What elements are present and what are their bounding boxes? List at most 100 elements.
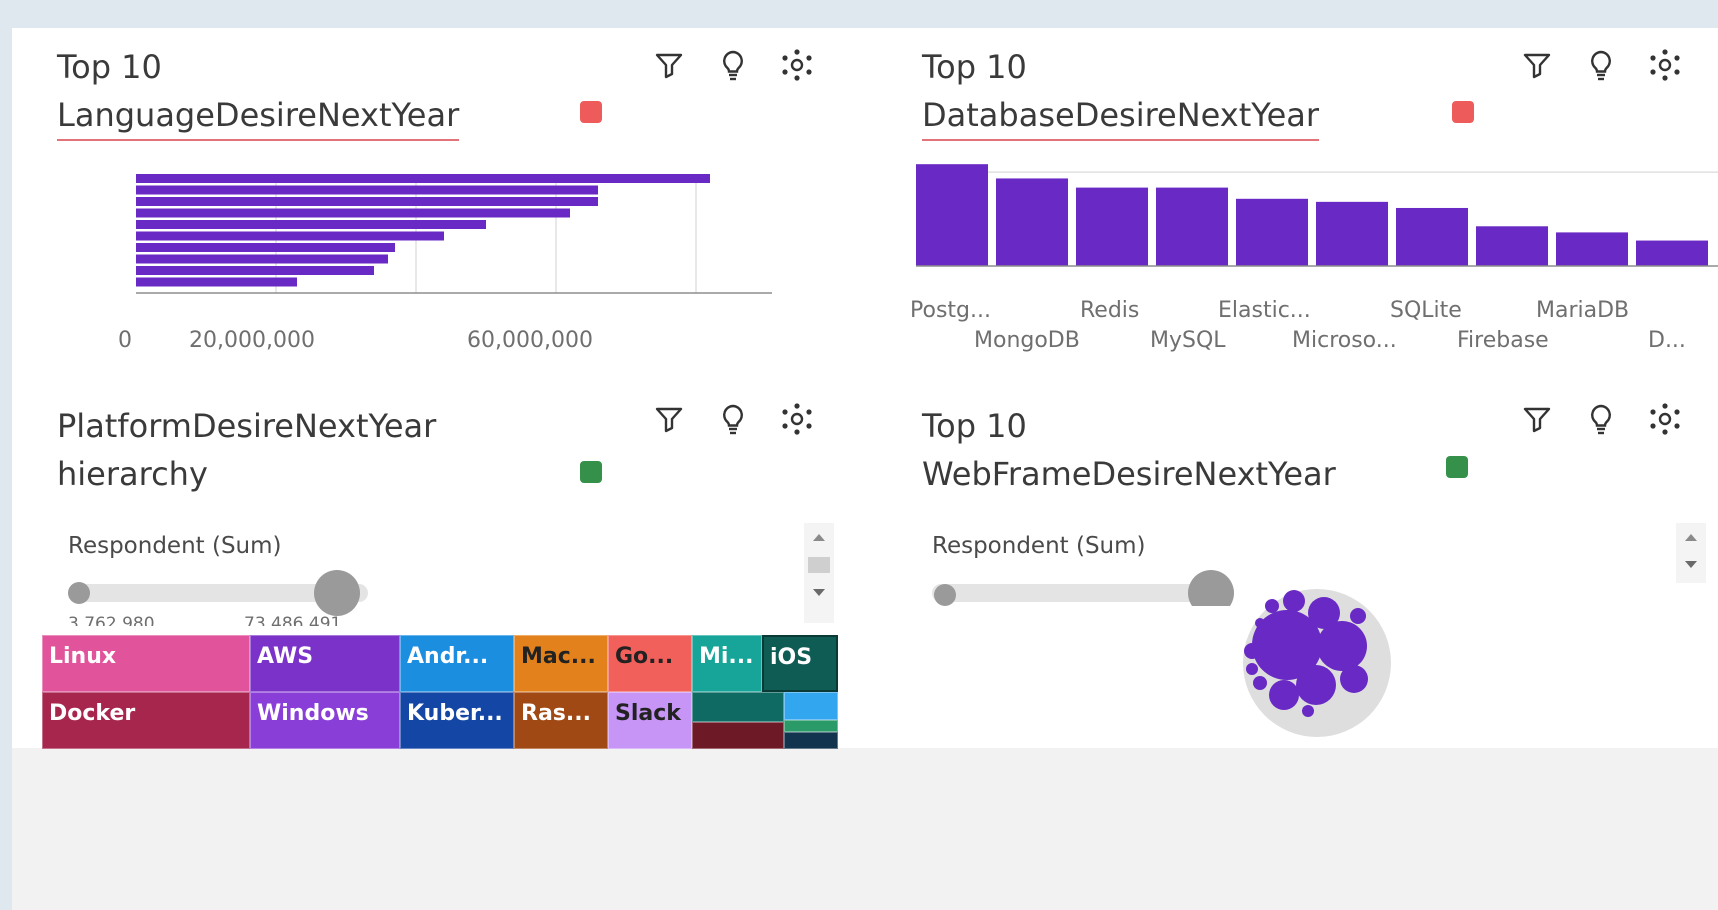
tile-title-top: Top 10 <box>922 407 1027 445</box>
filter-icon[interactable] <box>1520 402 1554 436</box>
bar <box>136 266 374 275</box>
bar <box>136 208 570 218</box>
filter-icon[interactable] <box>652 402 686 436</box>
range-slider-min-handle[interactable] <box>68 582 90 604</box>
x-tick-label: 20,000,000 <box>189 328 315 353</box>
network-icon[interactable] <box>1648 48 1682 82</box>
tile-title-sub: hierarchy <box>57 455 208 493</box>
treemap-cell[interactable]: Slack <box>608 692 692 749</box>
bar <box>1476 226 1548 266</box>
lightbulb-icon[interactable] <box>716 48 750 82</box>
treemap-cell[interactable] <box>784 732 838 749</box>
network-icon[interactable] <box>780 402 814 436</box>
bar <box>136 254 388 264</box>
range-slider-track[interactable] <box>932 584 1212 602</box>
tile-title-field: DatabaseDesireNextYear <box>922 91 1320 141</box>
bubble <box>1283 590 1305 612</box>
treemap-cell[interactable]: Go... <box>608 635 692 692</box>
tile-webframe-desire[interactable]: Top 10 WebFrameDesireNextYear Respondent… <box>872 388 1718 748</box>
bubble <box>1302 705 1314 717</box>
network-icon[interactable] <box>780 48 814 82</box>
x-category-label: MariaDB <box>1536 298 1630 323</box>
bar <box>136 174 710 183</box>
bar <box>136 220 486 229</box>
treemap-cell[interactable]: Mi... <box>692 635 762 692</box>
x-category-label: Firebase <box>1457 328 1549 353</box>
bar <box>1076 187 1148 266</box>
scroll-thumb[interactable] <box>808 557 830 573</box>
treemap-cell[interactable]: Windows <box>250 692 400 749</box>
scroll-up-arrow[interactable] <box>1676 523 1706 551</box>
bar <box>136 197 598 206</box>
bubble <box>1340 665 1368 693</box>
bar <box>916 164 988 266</box>
language-bar-chart[interactable] <box>112 148 772 348</box>
treemap-cell[interactable] <box>692 722 784 749</box>
bar <box>1396 207 1468 266</box>
x-category-label: Redis <box>1080 298 1140 323</box>
bar <box>1316 201 1388 266</box>
treemap-cell[interactable]: Mac... <box>514 635 608 692</box>
bubble <box>1253 676 1267 690</box>
bar <box>996 178 1068 266</box>
x-category-label: MySQL <box>1150 328 1226 353</box>
tile-title-top: Top 10 <box>922 48 1027 86</box>
dashboard-canvas: Top 10 LanguageDesireNextYear 0 20,000,0… <box>12 28 1718 910</box>
tile-language-desire[interactable]: Top 10 LanguageDesireNextYear 0 20,000,0… <box>12 28 852 388</box>
x-category-label: Elastic... <box>1218 298 1311 323</box>
status-indicator-green <box>580 461 602 483</box>
slider-max-value: 73,486,491 <box>244 614 342 626</box>
filter-icon[interactable] <box>652 48 686 82</box>
bubble <box>1350 608 1366 624</box>
tile-title-top: Top 10 <box>57 48 162 86</box>
bar <box>136 277 297 287</box>
bar <box>136 243 395 252</box>
lightbulb-icon[interactable] <box>716 402 750 436</box>
bar <box>1556 232 1628 266</box>
treemap-cell[interactable] <box>784 692 838 720</box>
bar <box>136 231 444 241</box>
tile-title-field: WebFrameDesireNextYear <box>922 455 1336 493</box>
scrollbar[interactable] <box>1676 523 1706 583</box>
x-category-label: MongoDB <box>974 328 1080 353</box>
treemap-cell[interactable]: Kuber... <box>400 692 514 749</box>
slider-caption: Respondent (Sum) <box>68 533 282 559</box>
bar <box>1236 198 1308 266</box>
scroll-down-arrow[interactable] <box>804 579 834 607</box>
treemap-cell[interactable]: AWS <box>250 635 400 692</box>
x-tick-label: 60,000,000 <box>467 328 593 353</box>
range-slider-max-handle[interactable] <box>314 570 360 616</box>
treemap-cell[interactable]: Docker <box>42 692 250 749</box>
treemap-cell[interactable]: iOS <box>762 635 838 692</box>
scroll-down-arrow[interactable] <box>1676 551 1706 579</box>
x-category-label: D... <box>1648 328 1686 353</box>
status-indicator-red <box>1452 101 1474 123</box>
network-icon[interactable] <box>1648 402 1682 436</box>
lightbulb-icon[interactable] <box>1584 48 1618 82</box>
treemap-cell[interactable]: Andr... <box>400 635 514 692</box>
tile-database-desire[interactable]: Top 10 DatabaseDesireNextYear Postg... R… <box>872 28 1718 388</box>
bubble <box>1255 618 1265 628</box>
scrollbar[interactable] <box>804 523 834 623</box>
bubble <box>1244 643 1260 659</box>
treemap-cell[interactable] <box>692 692 784 722</box>
bubble <box>1265 599 1279 613</box>
scroll-up-arrow[interactable] <box>804 523 834 551</box>
x-category-label: Microso... <box>1292 328 1397 353</box>
range-slider-min-handle[interactable] <box>934 584 956 606</box>
slider-min-value: 3,762,980 <box>68 614 155 626</box>
bubble <box>1296 665 1336 705</box>
tile-platform-desire[interactable]: PlatformDesireNextYear hierarchy Respond… <box>12 388 852 749</box>
platform-treemap[interactable]: Linux Docker AWS Windows Andr... Kuber..… <box>42 635 838 749</box>
x-category-label: SQLite <box>1390 298 1462 323</box>
webframe-bubble-chart[interactable] <box>1212 583 1422 743</box>
bubble <box>1308 597 1340 629</box>
filter-icon[interactable] <box>1520 48 1554 82</box>
treemap-cell[interactable]: Linux <box>42 635 250 692</box>
bar <box>136 185 598 195</box>
database-column-chart[interactable] <box>872 148 1718 278</box>
treemap-cell[interactable] <box>784 720 838 732</box>
lightbulb-icon[interactable] <box>1584 402 1618 436</box>
tile-title-field: PlatformDesireNextYear <box>57 407 437 445</box>
treemap-cell[interactable]: Ras... <box>514 692 608 749</box>
